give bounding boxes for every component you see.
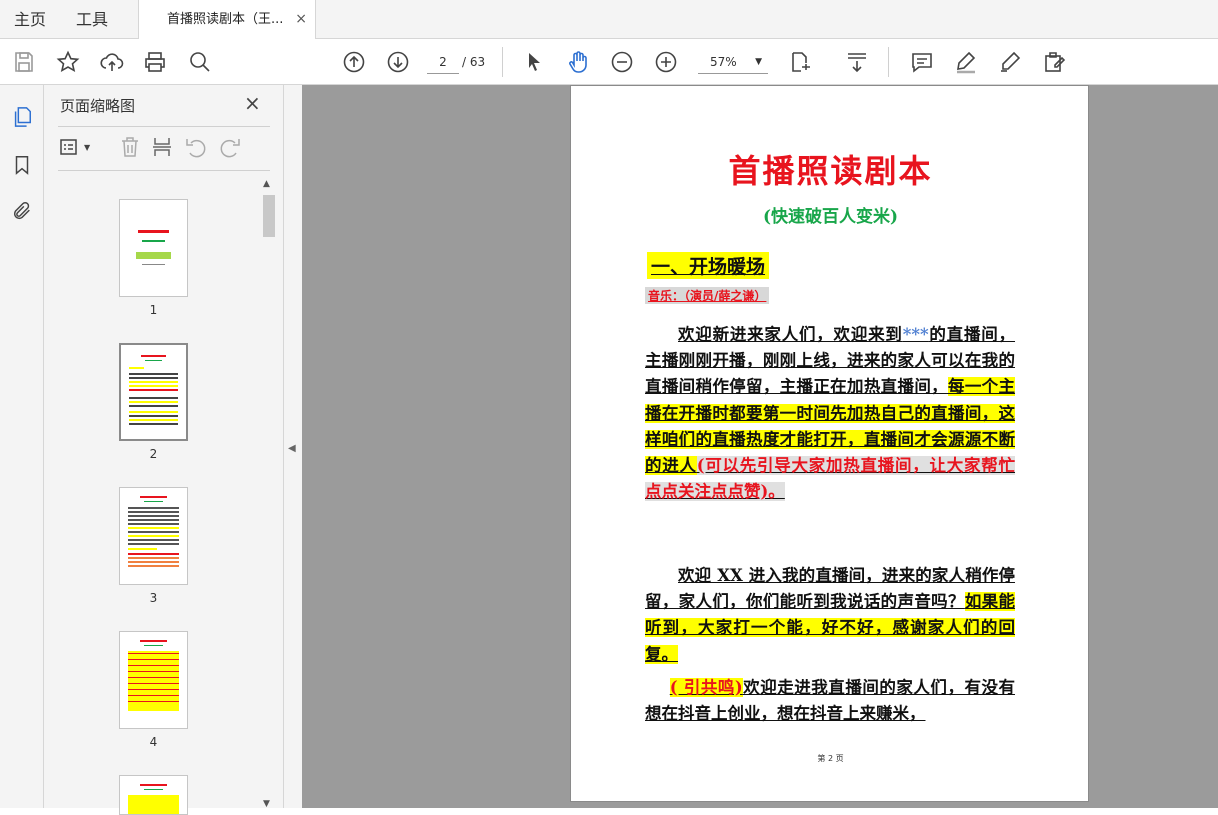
thumbnail-scrollbar[interactable]: ▲ ▼ <box>262 179 275 809</box>
page-up-icon[interactable] <box>340 48 368 76</box>
delete-page-icon[interactable] <box>118 133 142 161</box>
thumbnails-panel: 页面缩略图 × ▼ 1 2 3 4 ▲ ▼ <box>44 85 284 815</box>
hand-icon[interactable] <box>564 48 592 76</box>
cloud-upload-icon[interactable] <box>98 48 126 76</box>
close-panel-icon[interactable]: × <box>244 91 261 115</box>
thumbnail-label: 2 <box>149 447 158 461</box>
toolbar-divider <box>888 47 889 77</box>
paragraph-text: 欢迎 XX 进入我的直播间，进来的家人稍作停留，家人们，你们能听到我说话的声音吗… <box>645 566 1015 612</box>
document-viewer[interactable]: 首播照读剧本 (快速破百人变米) 一、开场暖场 音乐：（演员/薛之谦） 欢迎新进… <box>302 85 1218 808</box>
page-thumbnails-icon[interactable] <box>8 103 36 131</box>
thumbnail-label: 3 <box>149 591 158 605</box>
panel-collapse-bar[interactable]: ◀ <box>284 85 302 808</box>
red-note-text: (可以先引导大家加热直播间，让大家帮忙点点关注点点赞)。 <box>645 456 1016 502</box>
collapse-arrow-icon[interactable]: ◀ <box>288 443 296 454</box>
paragraph-text: 欢迎新进来家人们，欢迎来到 <box>678 325 903 344</box>
tab-bar: 主页 工具 首播照读剧本（王... × <box>0 0 1218 40</box>
highlighted-label: ( 引共鸣) <box>669 678 743 697</box>
panel-title: 页面缩略图 <box>60 97 136 115</box>
rotate-left-icon[interactable] <box>184 133 208 161</box>
toolbar-divider <box>502 47 503 77</box>
page-total: / 63 <box>462 55 486 69</box>
document-subtitle: (快速破百人变米) <box>762 207 899 227</box>
page-down-icon[interactable] <box>384 48 412 76</box>
comment-icon[interactable] <box>908 48 936 76</box>
paragraph-1: 欢迎新进来家人们，欢迎来到***的直播间，主播刚刚开播，刚刚上线，进来的家人可以… <box>645 322 1016 505</box>
sign-icon[interactable] <box>996 48 1024 76</box>
extract-page-icon[interactable] <box>150 133 174 161</box>
music-note: 音乐：（演员/薛之谦） <box>645 287 770 304</box>
zoom-out-icon[interactable] <box>608 48 636 76</box>
thumbnail-page[interactable] <box>119 343 188 441</box>
scroll-up-icon[interactable]: ▲ <box>263 179 270 189</box>
thumbnail-page[interactable] <box>119 631 188 729</box>
print-icon[interactable] <box>141 48 169 76</box>
thumbnail-label: 1 <box>149 303 158 317</box>
document-page: 首播照读剧本 (快速破百人变米) 一、开场暖场 音乐：（演员/薛之谦） 欢迎新进… <box>570 85 1089 802</box>
rotate-right-icon[interactable] <box>218 133 242 161</box>
scrollbar-thumb[interactable] <box>263 195 275 237</box>
thumbnail-options-icon[interactable]: ▼ <box>58 133 90 161</box>
fill-sign-icon[interactable] <box>1040 48 1068 76</box>
attachment-icon[interactable] <box>8 197 36 225</box>
toolbar: 2 / 63 57% ▼ <box>0 39 1218 85</box>
chevron-down-icon: ▼ <box>755 57 762 67</box>
paragraph-3: ( 引共鸣)欢迎走进我直播间的家人们，有没有想在抖音上创业，想在抖音上来赚米， <box>645 675 1015 727</box>
save-icon[interactable] <box>10 48 38 76</box>
scroll-mode-icon[interactable] <box>843 48 871 76</box>
panel-divider <box>58 170 270 171</box>
star-icon[interactable] <box>54 48 82 76</box>
page-number-input[interactable]: 2 <box>427 50 459 74</box>
fit-page-icon[interactable] <box>786 48 814 76</box>
tab-tools[interactable]: 工具 <box>76 0 108 39</box>
document-title: 首播照读剧本 <box>728 152 933 190</box>
highlight-icon[interactable] <box>952 48 980 76</box>
thumbnail-page[interactable] <box>119 775 188 815</box>
thumbnail-label: 4 <box>149 735 158 749</box>
tab-home[interactable]: 主页 <box>14 0 46 39</box>
tab-document[interactable]: 首播照读剧本（王... × <box>138 0 316 40</box>
zoom-in-icon[interactable] <box>652 48 680 76</box>
zoom-select[interactable]: 57% ▼ <box>698 50 768 74</box>
paragraph-2: 欢迎 XX 进入我的直播间，进来的家人稍作停留，家人们，你们能听到我说话的声音吗… <box>645 563 1016 668</box>
thumbnail-page[interactable] <box>119 199 188 297</box>
panel-divider <box>58 126 270 127</box>
zoom-value: 57% <box>710 55 737 69</box>
thumbnail-page[interactable] <box>119 487 188 585</box>
page-footer: 第 2 页 <box>817 754 844 763</box>
section-heading: 一、开场暖场 <box>647 252 770 279</box>
select-arrow-icon[interactable] <box>520 48 548 76</box>
left-rail <box>0 85 44 808</box>
paragraph-placeholder: *** <box>902 325 929 344</box>
bookmark-icon[interactable] <box>8 151 36 179</box>
zoom-search-icon[interactable] <box>186 48 214 76</box>
tab-document-label: 首播照读剧本（王... <box>167 12 284 27</box>
close-tab-icon[interactable]: × <box>295 0 307 39</box>
